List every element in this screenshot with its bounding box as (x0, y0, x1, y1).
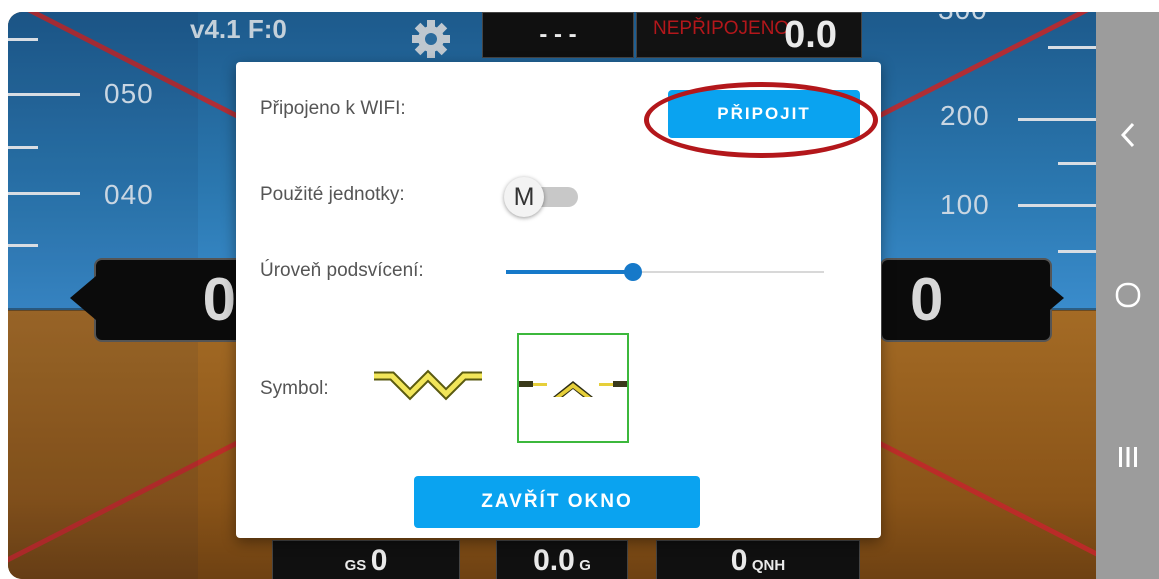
units-label: Použité jednotky: (260, 184, 405, 205)
speed-tick (8, 146, 38, 149)
alt-tick-label: 300 (938, 12, 988, 26)
speed-pointer-arrow (70, 276, 96, 320)
alt-tick (1058, 162, 1096, 165)
units-toggle[interactable]: M (504, 177, 580, 217)
wifi-label: Připojeno k WIFI: (260, 98, 406, 119)
g-label: G (579, 557, 591, 574)
symbol-label: Symbol: (260, 378, 329, 399)
slider-fill (506, 270, 634, 274)
speed-tick (8, 93, 80, 96)
slider-thumb[interactable] (624, 263, 643, 281)
chevron-left-icon[interactable] (1096, 120, 1159, 160)
alt-tick (1048, 46, 1096, 49)
altitude-readout: 0 (880, 258, 1052, 342)
version-label: v4.1 F:0 (190, 14, 287, 44)
alt-tick (1018, 118, 1096, 121)
speed-tick-label: 040 (104, 179, 154, 210)
gs-value: 0 (370, 544, 388, 577)
alt-tick (1018, 204, 1096, 207)
circle-home-icon[interactable] (1096, 280, 1159, 320)
backlight-label: Úroveň podsvícení: (260, 260, 424, 281)
symbol-option-aircraft-selected[interactable] (517, 333, 629, 443)
qnh-value: 0 (730, 544, 748, 577)
vario-box: NEPŘIPOJENO 0.0 (636, 12, 862, 58)
alt-tick-label: 200 (940, 100, 990, 131)
recents-bars-icon[interactable] (1096, 444, 1159, 484)
speed-tick (8, 192, 80, 195)
alt-tick-label: 100 (940, 189, 990, 220)
backlight-slider[interactable] (506, 260, 824, 284)
qnh-box: 0 QNH (656, 540, 860, 579)
alt-pointer-arrow (1038, 276, 1064, 320)
g-value: 0.0 (533, 544, 575, 577)
ground-speed-box: GS 0 (272, 540, 460, 579)
connect-button[interactable]: PŘIPOJIT (668, 90, 860, 138)
g-force-box: 0.0 G (496, 540, 628, 579)
settings-dialog: Připojeno k WIFI: PŘIPOJIT Použité jedno… (236, 62, 881, 538)
android-nav-bar (1096, 12, 1159, 579)
gear-icon[interactable] (410, 18, 452, 60)
speed-tick (8, 38, 38, 41)
speed-tick (8, 244, 38, 247)
vario-value: 0.0 (784, 14, 837, 56)
close-window-button[interactable]: ZAVŘÍT OKNO (414, 476, 700, 528)
gs-label: GS (344, 557, 367, 574)
toggle-knob: M (504, 177, 544, 217)
speed-readout: 0 (94, 258, 252, 342)
qnh-label: QNH (751, 557, 786, 574)
app-screen: 050 040 300 200 100 0 0 v4.1 F:0 (0, 0, 1159, 579)
alt-tick (1058, 250, 1096, 253)
heading-readout: - - - (482, 12, 634, 58)
speed-tick-label: 050 (104, 78, 154, 109)
symbol-option-wing[interactable] (370, 362, 486, 410)
connection-status: NEPŘIPOJENO (653, 18, 790, 39)
